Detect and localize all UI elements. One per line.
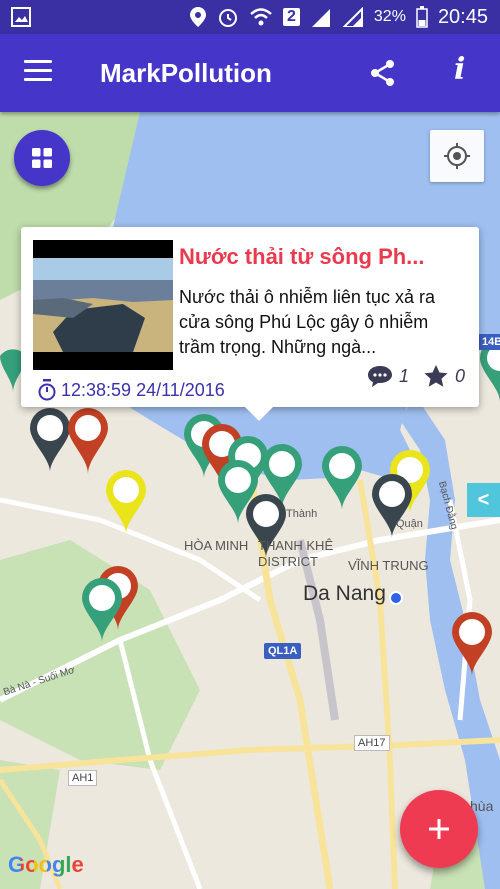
popup-title: Nước thải từ sông Ph... (179, 244, 425, 269)
popup-description: Nước thải ô nhiễm liên tục xả ra cửa sôn… (179, 287, 435, 357)
popup-stats: 1 0 (367, 364, 465, 388)
road-badge-ah17: AH17 (354, 735, 390, 751)
gallery-icon (11, 7, 31, 27)
share-icon[interactable] (368, 58, 398, 88)
star-icon (424, 365, 448, 387)
plus-icon (429, 819, 449, 839)
sim-badge: 2 (283, 8, 300, 26)
app-title: MarkPollution (100, 58, 272, 88)
battery-icon (416, 6, 428, 28)
road-badge-14b: 14B (478, 334, 500, 350)
map-label-district: DISTRICT (258, 554, 318, 569)
info-icon[interactable]: i (454, 52, 465, 87)
layers-button[interactable] (14, 130, 70, 186)
popup-timestamp: 12:38:59 24/11/2016 (61, 379, 225, 400)
timer-icon (38, 379, 56, 401)
road-badge-ah1: AH1 (68, 770, 98, 786)
wifi-icon (250, 8, 272, 26)
app-bar: MarkPollution i (0, 34, 500, 112)
location-icon (190, 7, 206, 27)
add-report-button[interactable] (400, 790, 478, 868)
map-label-hoa-minh: HÒA MINH (184, 538, 249, 553)
edge-tab[interactable]: < (467, 483, 500, 517)
map-label-thanh: Thành (286, 508, 318, 520)
signal-icon (311, 9, 330, 27)
map-label-quan: Quận (396, 518, 423, 530)
status-bar: 2 32% 20:45 (0, 0, 500, 34)
comment-count: 1 (398, 365, 409, 386)
google-logo: Google (8, 852, 84, 878)
battery-percent: 32% (373, 8, 406, 25)
map-label-thanh-khe: THANH KHÊ (258, 538, 334, 553)
my-location-button[interactable] (430, 130, 484, 182)
grid-icon (32, 148, 52, 168)
crosshair-icon (444, 143, 470, 169)
signal-icon-2 (342, 7, 363, 27)
google-logo-text: Google (8, 852, 84, 877)
pollution-popup[interactable]: Nước thải từ sông Ph... Nước thải ô nhiễ… (21, 227, 479, 421)
comment-icon (367, 366, 392, 387)
menu-icon[interactable] (24, 60, 52, 86)
star-count: 0 (454, 365, 465, 386)
map-label-vinh-trung: VĨNH TRUNG (348, 558, 429, 573)
alarm-icon (219, 9, 237, 27)
clock: 20:45 (437, 5, 488, 28)
road-badge-ql1a: QL1A (264, 643, 302, 659)
popup-timestamp-row: 12:38:59 24/11/2016 (37, 379, 225, 401)
user-location-dot (389, 591, 403, 605)
popup-thumbnail (33, 240, 173, 370)
map-label-da-nang: Da Nang (303, 582, 386, 605)
